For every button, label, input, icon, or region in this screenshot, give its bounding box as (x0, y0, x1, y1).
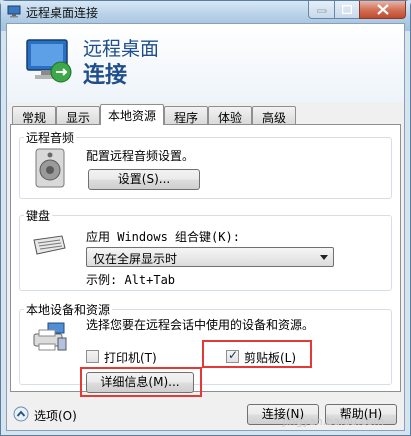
devices-group: 本地设备和资源 选择您要在远程会话中使用的设备和资源。 打印机(T) 剪贴板(L… (19, 301, 392, 397)
options-expand-icon[interactable] (13, 406, 29, 422)
keyboard-example: 示例: Alt+Tab (86, 273, 176, 287)
keyboard-apply-label: 应用 Windows 组合键(K): (86, 230, 240, 244)
tab-experience[interactable]: 体验 (208, 106, 252, 125)
printer-checkbox[interactable] (86, 350, 99, 363)
minimize-button[interactable] (308, 1, 335, 19)
keyboard-combo-select[interactable]: 仅在全屏显示时 (86, 247, 334, 267)
rdp-window: 远程桌面连接 远程桌面 连接 常规 显示 本地资源 程序 体验 高级 远程音频 … (0, 0, 411, 436)
remote-desktop-icon (7, 5, 21, 18)
tab-programs[interactable]: 程序 (164, 106, 208, 125)
tab-strip: 常规 显示 本地资源 程序 体验 高级 (10, 104, 400, 125)
keyboard-combo-value: 仅在全屏显示时 (93, 252, 178, 266)
clipboard-highlight-box (202, 340, 312, 368)
details-highlight-box (80, 367, 202, 397)
printer-label[interactable]: 打印机(T) (104, 349, 157, 366)
audio-group-label: 远程音频 (24, 129, 77, 146)
close-button[interactable] (359, 1, 406, 19)
minimize-icon (316, 9, 326, 12)
keyboard-icon (33, 235, 66, 255)
audio-group: 远程音频 配置远程音频设置。 设置(S)... (19, 129, 392, 199)
speaker-icon (35, 148, 65, 188)
banner-title-line2: 连接 (83, 63, 128, 88)
options-label[interactable]: 选项(O) (34, 407, 77, 424)
audio-description: 配置远程音频设置。 (86, 149, 195, 163)
tab-display[interactable]: 显示 (56, 106, 100, 125)
keyboard-group: 键盘 应用 Windows 组合键(K): 仅在全屏显示时 示例: Alt+Ta… (19, 207, 392, 291)
printer-devices-icon (33, 322, 67, 351)
audio-settings-button[interactable]: 设置(S)... (88, 169, 200, 190)
window-title: 远程桌面连接 (26, 6, 99, 20)
tab-general[interactable]: 常规 (12, 106, 56, 125)
watermark-text: jingyan.baidu.com (282, 415, 384, 428)
header-banner: 远程桌面 连接 (7, 24, 404, 102)
devices-description: 选择您要在远程会话中使用的设备和资源。 (86, 318, 315, 332)
chevron-down-icon (320, 255, 328, 260)
local-resources-panel: 远程音频 配置远程音频设置。 设置(S)... 键盘 应用 Windows 组合… (10, 124, 401, 397)
remote-desktop-logo-icon (26, 39, 72, 83)
keyboard-group-label: 键盘 (24, 207, 53, 224)
dialog-client: 远程桌面 连接 常规 显示 本地资源 程序 体验 高级 远程音频 配置远程音频设… (6, 23, 405, 431)
title-bar[interactable]: 远程桌面连接 (1, 1, 410, 23)
maximize-icon (342, 5, 352, 14)
tab-advanced[interactable]: 高级 (252, 106, 296, 125)
maximize-button[interactable] (334, 1, 360, 19)
close-icon (376, 4, 389, 15)
tab-local-resources[interactable]: 本地资源 (100, 104, 164, 125)
